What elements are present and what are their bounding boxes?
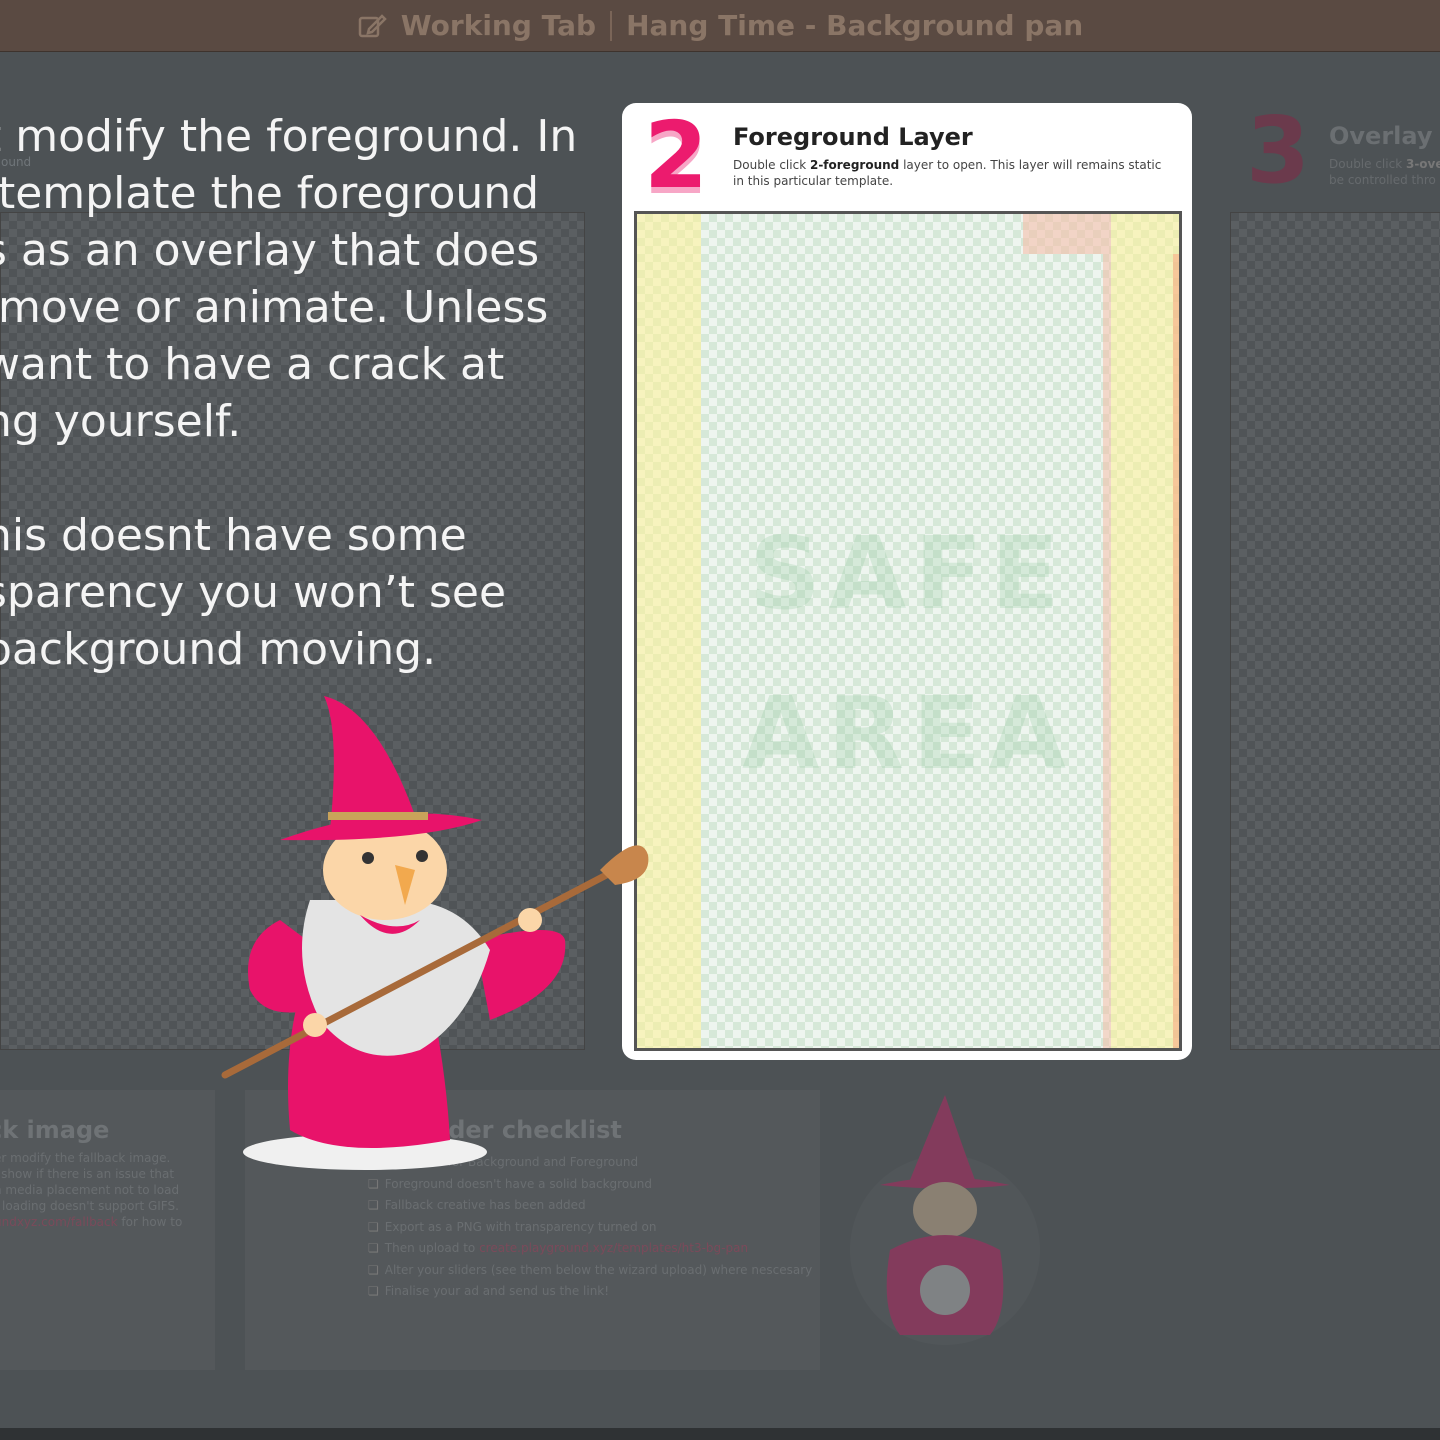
safe-area-label: SAFE AREA	[741, 515, 1075, 792]
checklist-item[interactable]: Then upload to create.playground.xyz/tem…	[368, 1238, 812, 1260]
overlay-layer-panel[interactable]	[1230, 212, 1440, 1050]
working-tab-title[interactable]: Working Tab	[401, 9, 596, 42]
overlay-step-number: 3	[1246, 97, 1311, 204]
overlay-card-title: Overlay L	[1329, 122, 1440, 150]
fallback-title: ck image	[0, 1116, 110, 1144]
upload-link[interactable]: create.playground.xyz/templates/ht3-bg-p…	[479, 1241, 748, 1255]
fallback-description: er modify the fallback image. l show if …	[0, 1150, 214, 1230]
card-title: Foreground Layer	[733, 123, 973, 151]
layer-name: 2-foreground	[809, 158, 900, 172]
window-titlebar: Working Tab Hang Time - Background pan	[0, 0, 1440, 52]
overlay-card-description: Double click 3-over be controlled thro	[1329, 157, 1440, 187]
fallback-link[interactable]: undxyz.com/fallback	[0, 1215, 118, 1229]
checklist-item[interactable]: Export as a PNG with transparency turned…	[368, 1217, 812, 1239]
checklist-item[interactable]: Fallback creative has been added	[368, 1195, 812, 1217]
faded-wizard-icon	[850, 1095, 1040, 1345]
edit-icon[interactable]	[357, 11, 387, 41]
step-number: 2	[644, 102, 709, 209]
card-description: Double click 2-foreground layer to open.…	[733, 158, 1162, 188]
title-separator	[610, 10, 613, 41]
document-title[interactable]: Hang Time - Background pan	[626, 9, 1083, 42]
status-strip	[0, 1428, 1440, 1440]
foreground-artboard[interactable]: SAFE AREA	[634, 211, 1182, 1051]
instruction-text: t modify the foreground. In template the…	[0, 111, 578, 675]
checklist-item[interactable]: Finalise your ad and send us the link!	[368, 1281, 812, 1303]
unsafe-zone-top	[1023, 214, 1111, 254]
checklist-item[interactable]: Alter your sliders (see them below the w…	[368, 1260, 812, 1282]
wizard-mascot-icon	[221, 696, 649, 1170]
foreground-layer-card[interactable]: 2 Foreground Layer Double click 2-foregr…	[622, 103, 1192, 1060]
